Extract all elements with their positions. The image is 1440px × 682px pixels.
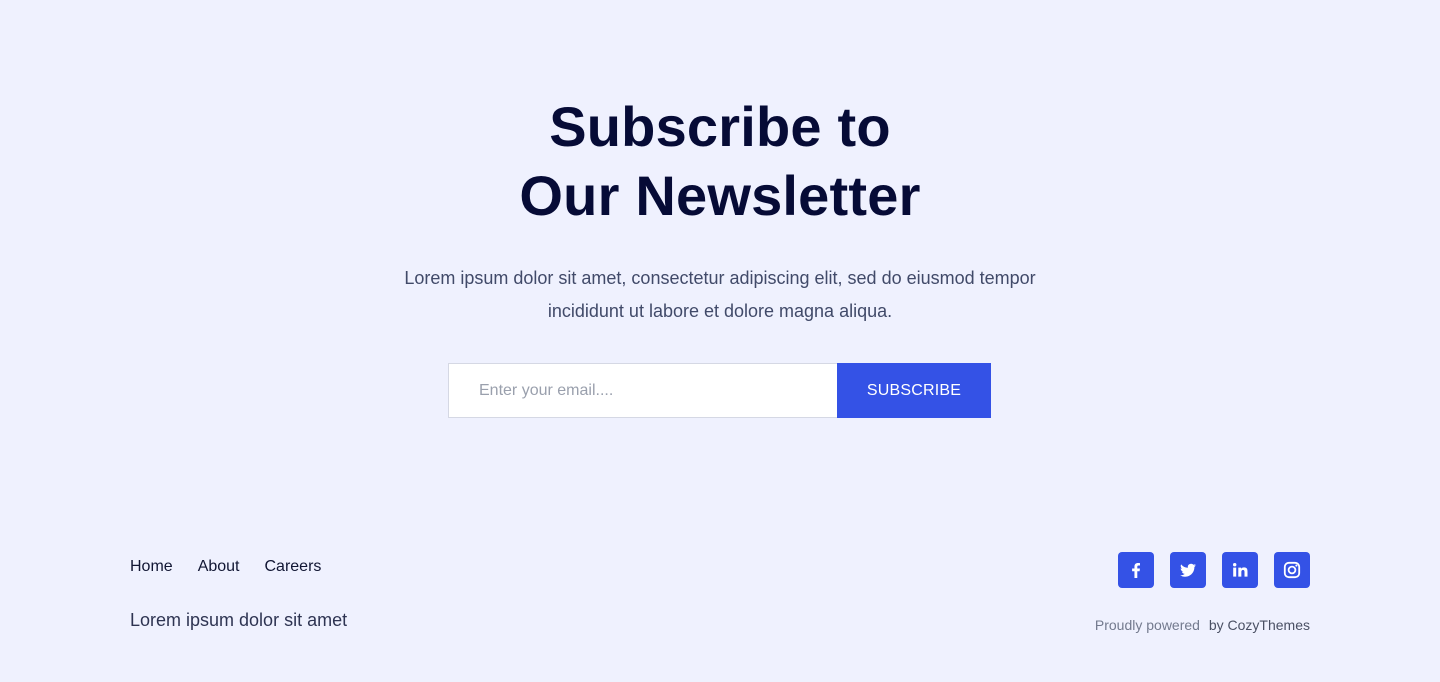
instagram-link[interactable]: [1274, 552, 1310, 588]
credit-brand-link[interactable]: by CozyThemes: [1209, 617, 1310, 633]
title-line-1: Subscribe to: [549, 95, 891, 158]
footer-nav: Home About Careers: [130, 557, 321, 577]
footer-tagline: Lorem ipsum dolor sit amet: [130, 610, 348, 630]
facebook-icon: [1132, 563, 1140, 578]
footer-credit: Proudly powered by CozyThemes: [1095, 616, 1310, 634]
credit-prefix: Proudly powered: [1094, 617, 1200, 633]
social-links: [1118, 552, 1310, 588]
newsletter-hero: Subscribe to Our Newsletter Lorem ipsum …: [0, 92, 1440, 328]
nav-link-careers[interactable]: Careers: [265, 557, 322, 577]
facebook-link[interactable]: [1118, 552, 1154, 588]
twitter-link[interactable]: [1170, 552, 1206, 588]
linkedin-icon: [1233, 563, 1248, 577]
hero-description: Lorem ipsum dolor sit amet, consectetur …: [404, 268, 1036, 321]
instagram-icon: [1283, 561, 1301, 579]
email-input[interactable]: [448, 363, 837, 418]
twitter-icon: [1180, 563, 1196, 577]
title-line-2: Our Newsletter: [519, 164, 921, 227]
linkedin-link[interactable]: [1222, 552, 1258, 588]
nav-link-home[interactable]: Home: [130, 557, 173, 577]
page-title: Subscribe to Our Newsletter: [0, 92, 1440, 230]
subscribe-button[interactable]: SUBSCRIBE: [837, 363, 991, 418]
subscribe-form: SUBSCRIBE: [448, 363, 991, 418]
nav-link-about[interactable]: About: [198, 557, 240, 577]
newsletter-page: Subscribe to Our Newsletter Lorem ipsum …: [0, 0, 1440, 682]
